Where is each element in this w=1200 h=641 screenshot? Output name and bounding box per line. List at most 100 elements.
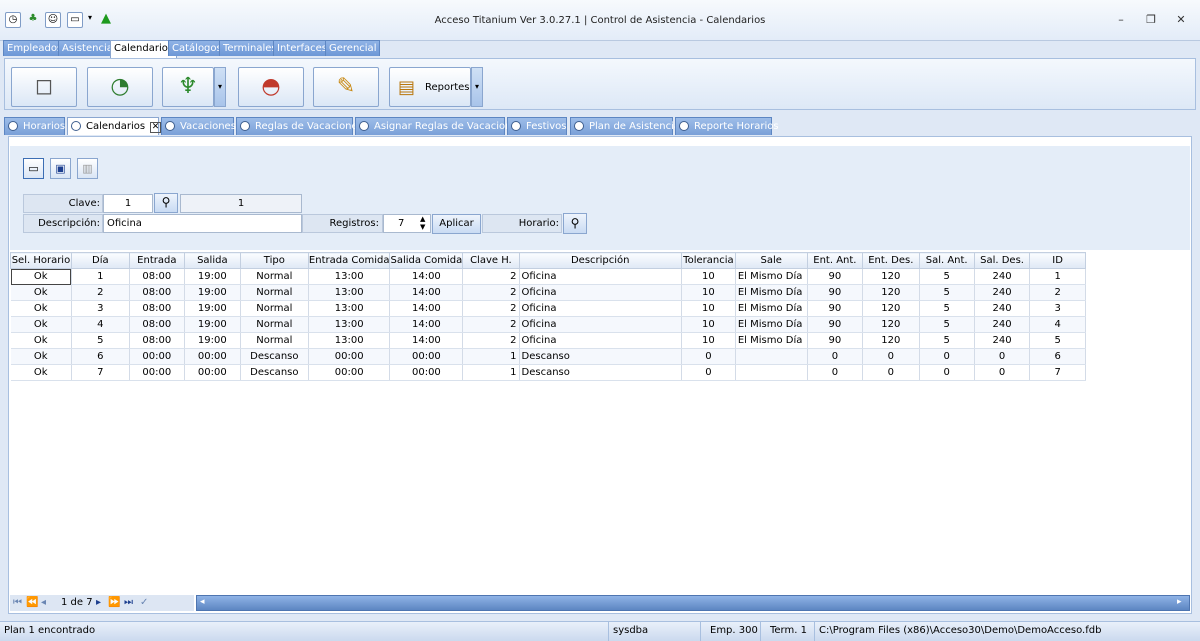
table-cell[interactable]: 14:00 xyxy=(389,284,464,301)
table-cell[interactable]: 14:00 xyxy=(389,332,464,349)
column-header[interactable]: Ent. Ant. xyxy=(806,252,864,269)
table-cell[interactable]: 13:00 xyxy=(308,316,391,333)
table-cell[interactable]: 0 xyxy=(862,364,920,381)
aplicar-button[interactable]: Aplicar xyxy=(432,214,481,234)
table-cell[interactable]: 4 xyxy=(1029,316,1086,333)
table-cell[interactable]: 13:00 xyxy=(308,268,391,285)
table-cell[interactable]: 2 xyxy=(462,268,520,285)
column-header[interactable]: ID xyxy=(1029,252,1086,269)
reportes-dropdown[interactable]: ▾ xyxy=(471,67,483,107)
scroll-right-icon[interactable]: ▸ xyxy=(1177,597,1182,607)
table-cell[interactable]: 5 xyxy=(919,316,975,333)
table-cell[interactable]: 120 xyxy=(862,284,920,301)
table-cell[interactable]: 5 xyxy=(919,268,975,285)
table-cell[interactable]: Normal xyxy=(240,268,309,285)
prev-page-group-icon[interactable]: ⏪ xyxy=(26,595,38,611)
clave-input[interactable]: 1 xyxy=(103,194,153,213)
tab-asistencia[interactable]: Asistencia xyxy=(58,40,117,56)
table-cell[interactable]: 120 xyxy=(862,268,920,285)
table-cell[interactable]: 90 xyxy=(807,332,864,349)
table-cell[interactable]: 1 xyxy=(71,268,130,285)
table-cell[interactable]: Ok xyxy=(10,364,72,381)
table-cell[interactable]: 2 xyxy=(462,332,520,349)
table-cell[interactable]: 10 xyxy=(681,284,736,301)
table-cell[interactable]: 00:00 xyxy=(389,348,464,365)
tab-vacaciones[interactable]: Vacaciones xyxy=(161,117,236,135)
column-header[interactable]: Sal. Ant. xyxy=(918,252,975,269)
vacations-button[interactable]: ♆ xyxy=(162,67,214,107)
column-header[interactable]: Entrada xyxy=(128,252,185,269)
column-header[interactable]: Entrada Comida xyxy=(307,252,391,269)
tab-interfaces[interactable]: Interfaces xyxy=(273,40,331,56)
column-header[interactable]: Día xyxy=(70,252,130,269)
table-cell[interactable]: El Mismo Día xyxy=(735,332,808,349)
table-cell[interactable]: Ok xyxy=(10,332,72,349)
column-header[interactable]: Clave H. xyxy=(462,252,520,269)
table-cell[interactable]: 6 xyxy=(1029,348,1086,365)
table-cell[interactable]: 3 xyxy=(1029,300,1086,317)
horario-search-button[interactable]: ⚲ xyxy=(563,213,587,234)
table-cell[interactable]: 13:00 xyxy=(308,284,391,301)
table-cell[interactable]: Ok xyxy=(10,300,72,317)
close-button[interactable]: ✕ xyxy=(1168,10,1194,30)
table-cell[interactable]: 240 xyxy=(974,300,1031,317)
tab-calendarios-doc[interactable]: Calendarios ✕ xyxy=(67,117,162,135)
table-cell[interactable]: 0 xyxy=(807,364,864,381)
table-cell[interactable]: 2 xyxy=(462,284,520,301)
minimize-button[interactable]: – xyxy=(1108,10,1134,30)
tab-asignar-reglas[interactable]: Asignar Reglas de Vacaciones xyxy=(355,117,523,135)
schedule-button[interactable]: ◔ xyxy=(87,67,153,107)
table-cell[interactable]: Oficina xyxy=(519,332,682,349)
table-cell[interactable]: 00:00 xyxy=(184,364,241,381)
table-cell[interactable]: Normal xyxy=(240,316,309,333)
confirm-icon[interactable]: ✓ xyxy=(140,595,148,611)
holidays-button[interactable]: ◓ xyxy=(238,67,304,107)
table-cell[interactable]: 14:00 xyxy=(389,300,464,317)
tab-horarios[interactable]: Horarios xyxy=(4,117,65,135)
table-cell[interactable]: 1 xyxy=(462,348,520,365)
table-cell[interactable]: 19:00 xyxy=(184,268,241,285)
table-cell[interactable]: El Mismo Día xyxy=(735,284,808,301)
table-cell[interactable]: Descanso xyxy=(240,364,309,381)
table-row[interactable]: Ok 1 08:00 19:00 Normal 13:00 14:00 2 Oficina 10 E… xyxy=(10,268,1086,285)
next-page-group-icon[interactable]: ⏩ xyxy=(108,595,120,611)
table-cell[interactable]: 3 xyxy=(71,300,130,317)
table-cell[interactable]: Descanso xyxy=(519,348,682,365)
table-cell[interactable]: 08:00 xyxy=(129,284,185,301)
table-cell[interactable]: 00:00 xyxy=(308,364,391,381)
registros-spinner[interactable]: ▲ ▼ xyxy=(420,215,425,231)
table-cell[interactable]: Ok xyxy=(10,316,72,333)
table-cell[interactable]: 5 xyxy=(919,284,975,301)
table-cell[interactable]: 08:00 xyxy=(129,316,185,333)
table-cell[interactable]: 5 xyxy=(71,332,130,349)
table-cell[interactable]: 7 xyxy=(71,364,130,381)
table-cell[interactable]: 90 xyxy=(807,284,864,301)
table-cell[interactable]: 240 xyxy=(974,332,1031,349)
calendar-window-button[interactable]: ◻ xyxy=(11,67,77,107)
table-cell[interactable]: 10 xyxy=(681,268,736,285)
table-cell[interactable]: 19:00 xyxy=(184,316,241,333)
table-row[interactable]: Ok 3 08:00 19:00 Normal 13:00 14:00 2 Oficina 10 E… xyxy=(10,300,1086,317)
column-header[interactable]: Tipo xyxy=(239,252,309,269)
table-cell[interactable]: El Mismo Día xyxy=(735,300,808,317)
table-cell[interactable]: Oficina xyxy=(519,300,682,317)
column-header[interactable]: Ent. Des. xyxy=(862,252,920,269)
table-cell[interactable]: 7 xyxy=(1029,364,1086,381)
table-row[interactable]: Ok 5 08:00 19:00 Normal 13:00 14:00 2 Oficina 10 E… xyxy=(10,332,1086,349)
clave-search-button[interactable]: ⚲ xyxy=(154,193,178,213)
table-cell[interactable]: Ok xyxy=(10,268,72,285)
table-cell[interactable]: 5 xyxy=(919,300,975,317)
table-cell[interactable]: 1 xyxy=(462,364,520,381)
tab-catalogos[interactable]: Catálogos xyxy=(168,40,226,56)
table-cell[interactable]: 19:00 xyxy=(184,300,241,317)
table-cell[interactable]: 0 xyxy=(974,364,1031,381)
table-cell[interactable]: 14:00 xyxy=(389,316,464,333)
table-cell[interactable]: El Mismo Día xyxy=(735,268,808,285)
vacations-dropdown[interactable]: ▾ xyxy=(214,67,226,107)
horizontal-scrollbar[interactable]: ◂ ▸ xyxy=(196,595,1190,611)
table-cell[interactable]: 120 xyxy=(862,300,920,317)
tab-plan-asistencia[interactable]: Plan de Asistencia xyxy=(570,117,680,135)
table-cell[interactable]: 10 xyxy=(681,332,736,349)
column-header[interactable]: Sel. Horario xyxy=(10,252,72,269)
column-header[interactable]: Tolerancia xyxy=(680,252,736,269)
